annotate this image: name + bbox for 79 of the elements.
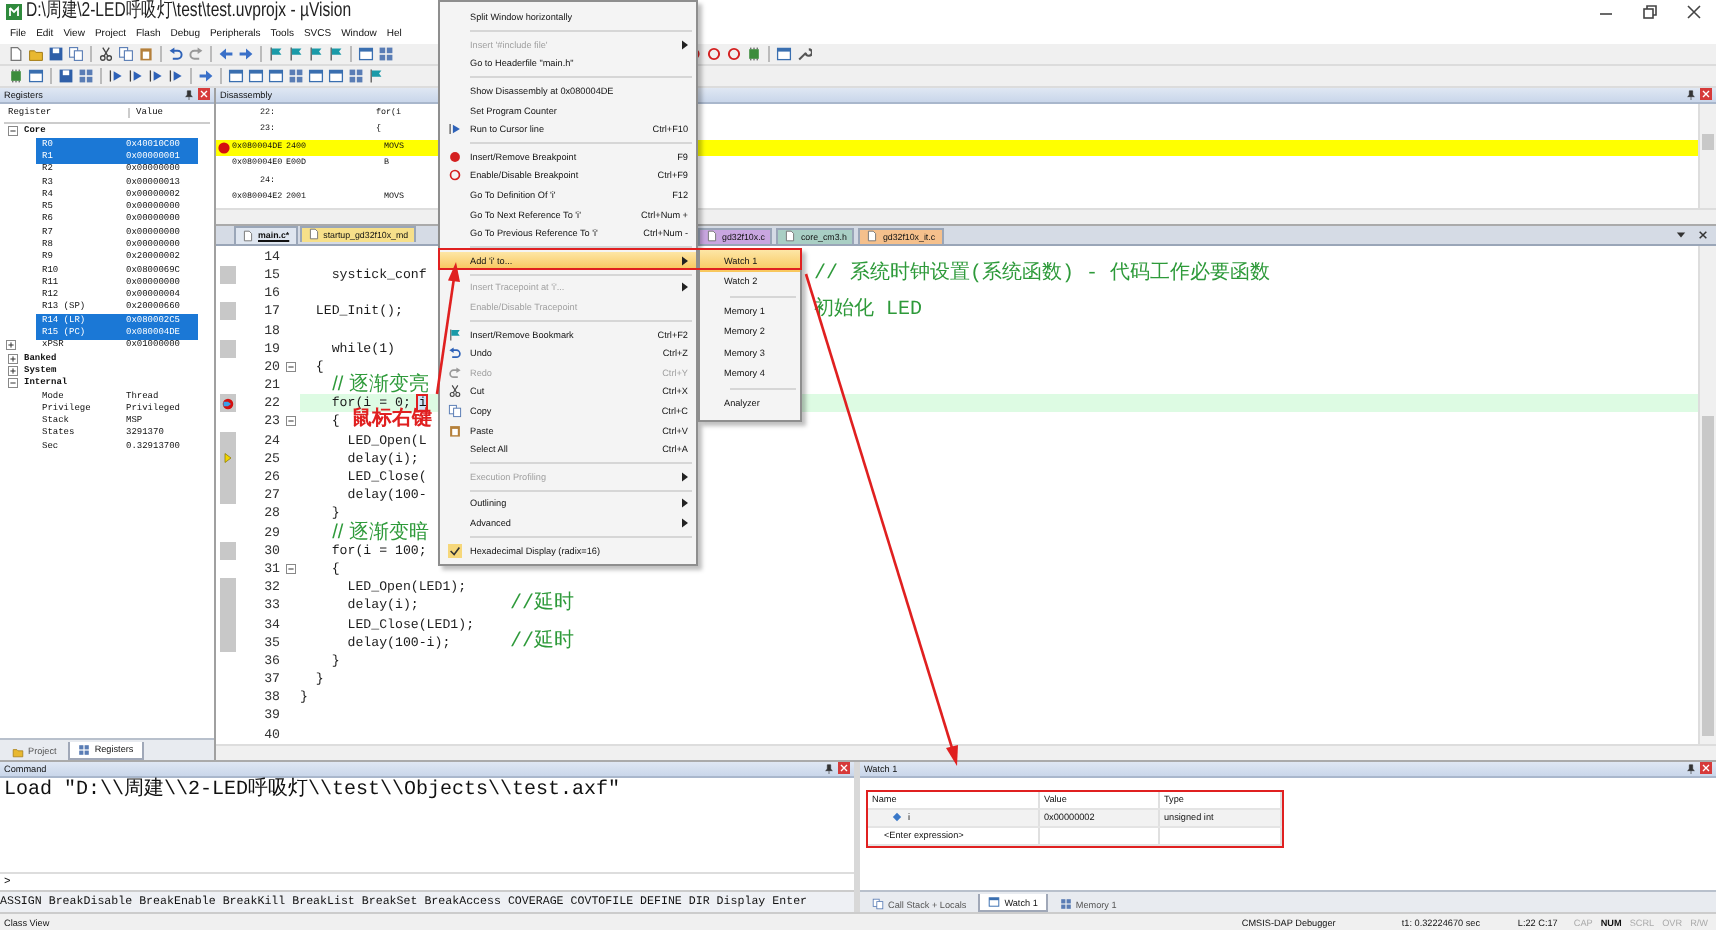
expander-icon[interactable] [8,126,18,137]
clipboard-icon [448,423,462,438]
wrench-icon[interactable] [796,45,812,62]
code-text: // 逐渐变亮 [330,376,429,395]
window-icon[interactable] [228,67,244,84]
expander-icon[interactable] [8,378,18,389]
window-icon[interactable] [358,45,374,62]
window-icon[interactable] [248,67,264,84]
folder-icon[interactable] [12,745,24,758]
undo-icon[interactable] [168,45,184,62]
code-comment: //延时 [510,633,577,652]
pages-icon[interactable] [68,45,84,62]
flag-icon[interactable] [308,45,324,62]
expander-icon[interactable] [8,353,18,364]
code-comment: // 系统时钟设置(系统函数) - 代码工作必要函数 [814,265,1273,284]
fold-icon[interactable] [285,563,295,574]
scissors-icon[interactable] [98,45,114,62]
pages-icon[interactable] [118,45,134,62]
window-icon[interactable] [328,67,344,84]
window-icon[interactable] [28,67,44,84]
document-icon[interactable] [8,45,24,62]
flag-icon[interactable] [368,67,384,84]
pages-icon [448,403,462,418]
grid-icon[interactable] [78,67,94,84]
pin-icon[interactable] [1686,763,1696,774]
vertical-scrollbar[interactable] [1698,245,1716,744]
flag-icon[interactable] [288,45,304,62]
annotation-arrow [435,262,460,395]
vertical-scrollbar[interactable] [1698,103,1716,208]
window-title: D:\周建\2-LED呼吸灯\test\test.uvprojx - µVision [26,0,352,23]
play-icon [448,122,462,137]
document-icon[interactable] [242,229,254,242]
window-icon[interactable] [776,45,792,62]
grid-icon[interactable] [378,45,394,62]
right-arrow-icon[interactable] [238,45,254,62]
fold-icon[interactable] [285,361,295,372]
window-icon[interactable] [988,896,1001,909]
chip-icon[interactable] [8,67,24,84]
restore-icon[interactable] [1642,3,1658,20]
flag-icon[interactable] [328,45,344,62]
document-icon[interactable] [706,230,718,243]
left-arrow-icon[interactable] [218,45,234,62]
right-arrow-icon[interactable] [198,67,214,84]
pages-icon[interactable] [872,898,884,911]
expander-icon[interactable] [8,365,18,376]
clipboard-icon[interactable] [138,45,154,62]
grid-icon[interactable] [1059,898,1072,911]
dropdown-icon[interactable] [1676,229,1686,240]
redo-icon [448,365,462,380]
filled-circle-icon [448,149,462,164]
code-comment: //延时 [510,596,577,615]
flag-icon [448,327,462,342]
play-icon[interactable] [148,67,164,84]
ring-icon [448,168,462,183]
breakpoint-icon[interactable] [218,141,230,154]
window-icon[interactable] [308,67,324,84]
grid-icon[interactable] [348,67,364,84]
expander-icon[interactable] [6,340,16,351]
pin-icon[interactable] [1686,89,1696,100]
pin-icon[interactable] [824,763,834,774]
window-icon[interactable] [268,67,284,84]
flag-icon[interactable] [268,45,284,62]
play-icon[interactable] [128,67,144,84]
undo-icon [448,346,462,361]
grid-icon[interactable] [78,743,91,756]
pin-icon[interactable] [184,89,194,100]
play-icon[interactable] [108,67,124,84]
close-icon[interactable] [1698,229,1708,240]
code-text: // 逐渐变暗 [330,523,429,542]
chip-icon[interactable] [746,45,762,62]
folder-icon[interactable] [28,45,44,62]
variable-icon [892,812,902,823]
command-output: Load "D:\\周建\\2-LED呼吸灯\\test\\Objects\\test.axf" [4,779,621,802]
close-icon[interactable] [1686,3,1702,20]
grid-icon[interactable] [288,67,304,84]
horizontal-scrollbar[interactable] [216,743,1716,760]
play-icon[interactable] [168,67,184,84]
fold-icon[interactable] [285,416,295,427]
scissors-icon [448,384,462,399]
